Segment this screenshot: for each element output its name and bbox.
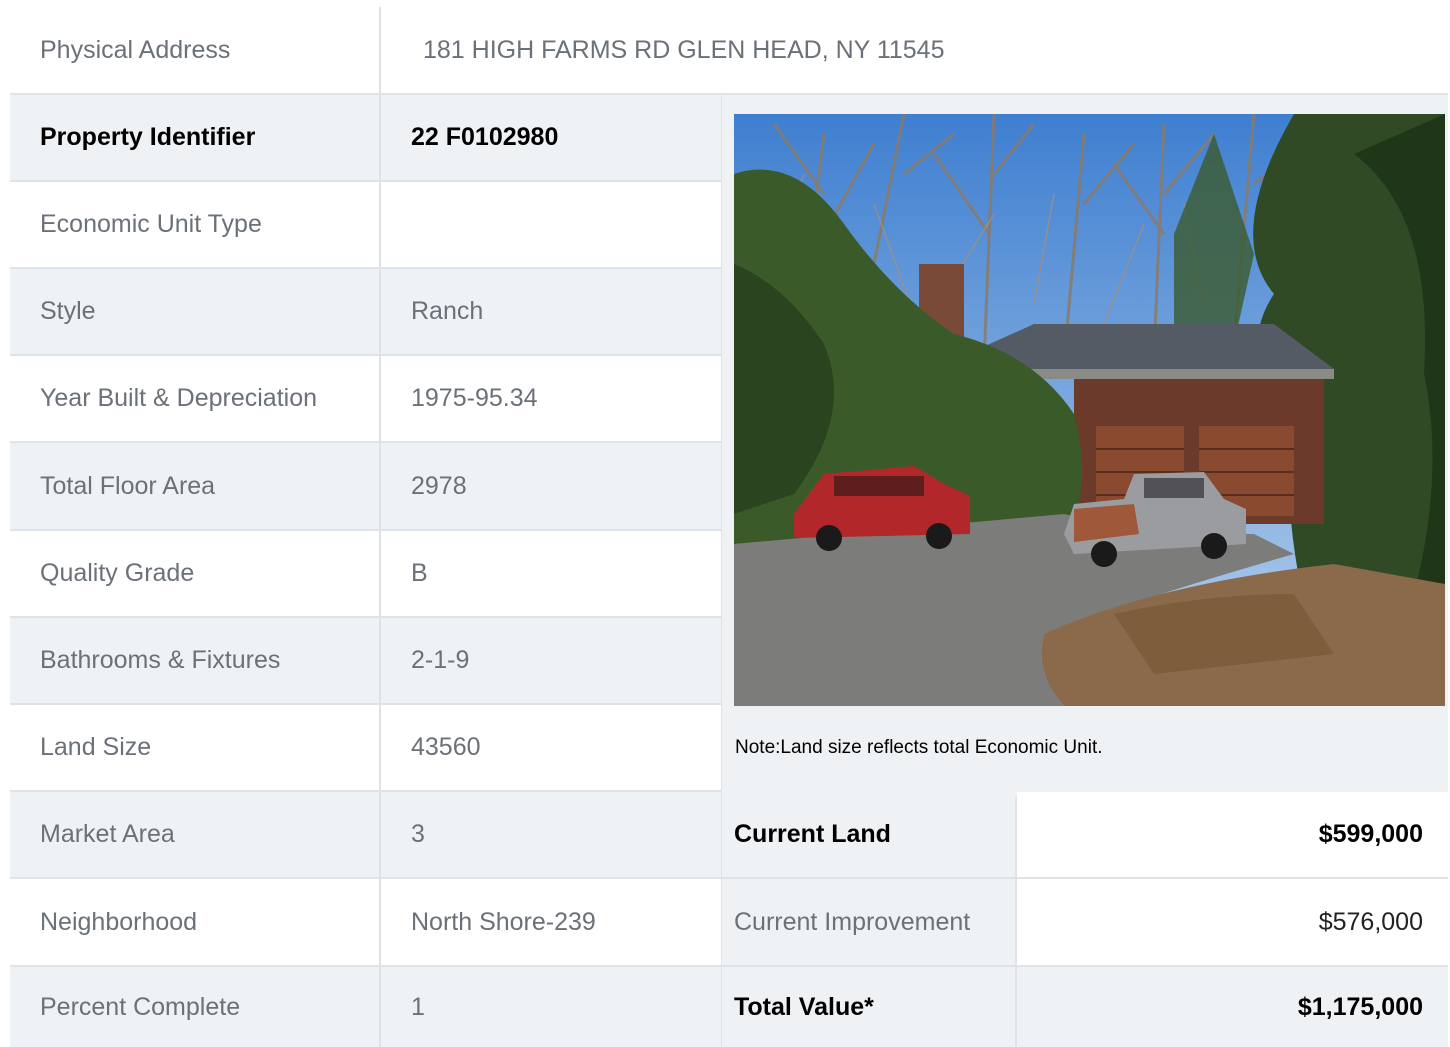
- current-land-label: Current Land: [722, 792, 1015, 877]
- property-record-table: Physical Address 181 HIGH FARMS RD GLEN …: [10, 7, 1448, 1047]
- detail-value-bathrooms: 2-1-9: [381, 618, 721, 703]
- detail-value-percent-complete: 1: [381, 967, 721, 1047]
- detail-label-bathrooms: Bathrooms & Fixtures: [10, 618, 379, 703]
- detail-label-percent-complete: Percent Complete: [10, 967, 379, 1047]
- detail-label-economic-unit-type: Economic Unit Type: [10, 182, 379, 267]
- detail-value-total-floor-area: 2978: [381, 443, 721, 529]
- address-label: Physical Address: [10, 7, 379, 93]
- detail-value-market-area: 3: [381, 792, 721, 877]
- detail-value-economic-unit-type: [381, 182, 721, 267]
- detail-value-land-size: 43560: [381, 705, 721, 790]
- detail-label-land-size: Land Size: [10, 705, 379, 790]
- detail-label-quality-grade: Quality Grade: [10, 531, 379, 616]
- property-identifier-value: 22 F0102980: [381, 95, 721, 180]
- land-size-note: Note:Land size reflects total Economic U…: [735, 737, 1103, 758]
- current-improvement-value: $576,000: [1017, 879, 1448, 965]
- address-value: 181 HIGH FARMS RD GLEN HEAD, NY 11545: [381, 7, 1448, 93]
- current-land-value: $599,000: [1017, 792, 1448, 877]
- detail-label-style: Style: [10, 269, 379, 354]
- detail-label-neighborhood: Neighborhood: [10, 879, 379, 965]
- detail-value-year-built: 1975-95.34: [381, 356, 721, 441]
- detail-label-total-floor-area: Total Floor Area: [10, 443, 379, 529]
- current-improvement-label: Current Improvement: [722, 879, 1015, 965]
- detail-value-neighborhood: North Shore-239: [381, 879, 721, 965]
- detail-label-market-area: Market Area: [10, 792, 379, 877]
- property-photo: [734, 114, 1445, 706]
- detail-label-year-built: Year Built & Depreciation: [10, 356, 379, 441]
- detail-value-quality-grade: B: [381, 531, 721, 616]
- property-identifier-label: Property Identifier: [10, 95, 379, 180]
- detail-value-style: Ranch: [381, 269, 721, 354]
- total-value-label: Total Value*: [722, 967, 1015, 1047]
- photo-panel: Note:Land size reflects total Economic U…: [722, 95, 1448, 797]
- total-value: $1,175,000: [1017, 967, 1448, 1047]
